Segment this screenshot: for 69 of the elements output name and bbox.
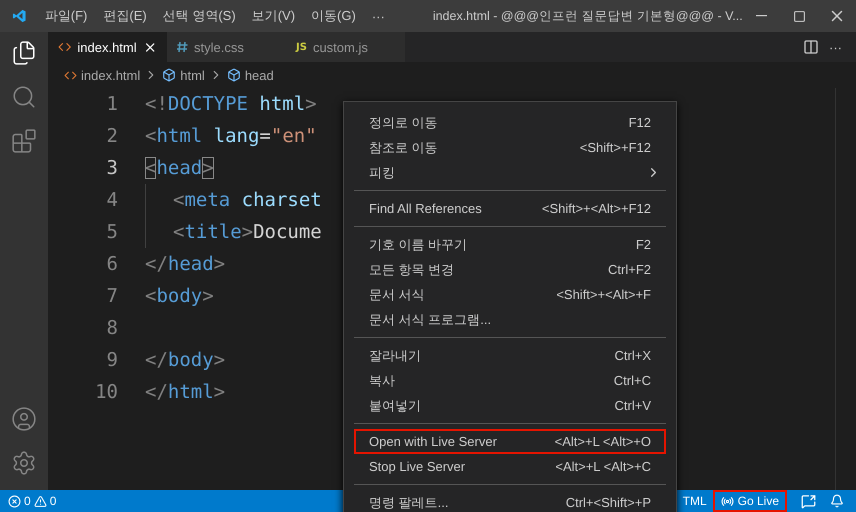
code-line: <body> <box>145 284 214 309</box>
go-live-button[interactable]: Go Live <box>712 490 787 512</box>
line-number: 9 <box>106 349 118 371</box>
code-line: <!DOCTYPE html> <box>145 92 317 117</box>
search-icon[interactable] <box>11 84 37 110</box>
problems-status[interactable]: 0 0 <box>8 494 56 508</box>
context-menu-item[interactable]: Stop Live Server <Alt>+L <Alt>+C <box>354 454 666 479</box>
menu-item[interactable]: 편집(E) <box>95 7 155 25</box>
code-line: <meta charset <box>173 188 322 213</box>
line-number: 4 <box>106 189 118 211</box>
warning-icon <box>34 494 47 508</box>
context-menu-item[interactable]: Find All References <Shift>+<Alt>+F12 <box>354 196 666 221</box>
bell-icon[interactable] <box>830 494 844 508</box>
line-number: 10 <box>94 381 118 403</box>
language-status[interactable]: TML <box>682 494 707 508</box>
code-line: <html lang="en" <box>145 124 317 149</box>
editor-tab[interactable]: index.html <box>48 32 167 62</box>
context-menu-item[interactable]: 잘라내기 Ctrl+X <box>354 343 666 368</box>
context-menu-item[interactable]: 참조로 이동 <Shift>+F12 <box>354 135 666 160</box>
account-icon[interactable] <box>11 406 37 432</box>
file-type-label: JS <box>296 42 307 52</box>
line-number: 5 <box>106 221 118 243</box>
minimize-icon <box>756 15 768 17</box>
context-menu-item[interactable]: 명령 팔레트... Ctrl+<Shift>+P <box>354 490 666 512</box>
settings-icon[interactable] <box>11 450 37 476</box>
line-number: 8 <box>106 317 118 339</box>
extensions-icon[interactable] <box>11 128 37 154</box>
breadcrumb-item[interactable]: head <box>244 68 274 82</box>
feedback-icon[interactable] <box>801 494 816 508</box>
maximize-icon <box>792 10 806 22</box>
error-icon <box>8 494 21 508</box>
context-menu-item[interactable]: 피킹 <box>354 160 666 185</box>
menu-item[interactable]: 선택 영역(S) <box>154 7 244 25</box>
line-number: 3 <box>106 157 118 179</box>
context-menu-item[interactable]: 모든 항목 변경 Ctrl+F2 <box>354 257 666 282</box>
cube-icon <box>226 68 241 82</box>
code-line: </body> <box>145 348 226 373</box>
line-number: 7 <box>106 285 118 307</box>
context-menu-item[interactable]: 기호 이름 바꾸기 F2 <box>354 232 666 257</box>
code-line: </head> <box>145 252 226 277</box>
editor-tab[interactable]: JS custom.js <box>286 32 405 62</box>
app-logo-icon <box>12 7 27 25</box>
line-number: 2 <box>106 125 118 147</box>
hash-icon <box>177 41 188 53</box>
code-icon <box>64 68 77 82</box>
breadcrumb-item[interactable]: html <box>180 68 205 82</box>
menu-item[interactable]: 이동(G) <box>303 7 364 25</box>
cube-icon <box>162 68 176 82</box>
line-number: 1 <box>106 93 118 115</box>
context-menu-item[interactable]: 문서 서식 프로그램... <box>354 307 666 332</box>
menu-item[interactable]: 파일(F) <box>36 7 96 25</box>
more-actions-button[interactable]: ··· <box>829 40 842 54</box>
split-editor-icon[interactable] <box>803 39 819 55</box>
code-icon <box>58 40 72 54</box>
context-menu-item[interactable]: 붙여넣기 Ctrl+V <box>354 393 666 418</box>
menu-item[interactable]: 보기(V) <box>244 7 304 25</box>
context-menu-item[interactable]: 복사 Ctrl+C <box>354 368 666 393</box>
window-title: index.html - @@@인프런 질문답변 기본형@@@ - V... <box>432 8 743 24</box>
breadcrumb-item[interactable]: index.html <box>81 68 140 82</box>
broadcast-icon <box>720 494 734 508</box>
code-line: <title>Docume <box>173 220 322 245</box>
line-number: 6 <box>106 253 118 275</box>
files-icon[interactable] <box>11 40 37 66</box>
context-menu-item[interactable]: Open with Live Server <Alt>+L <Alt>+O <box>354 429 666 454</box>
context-menu-item[interactable]: 문서 서식 <Shift>+<Alt>+F <box>354 282 666 307</box>
context-menu-item[interactable]: 정의로 이동 F12 <box>354 110 666 135</box>
code-line: </html> <box>145 380 226 405</box>
menu-item[interactable]: ··· <box>364 8 393 24</box>
editor-tab[interactable]: style.css <box>167 32 286 62</box>
